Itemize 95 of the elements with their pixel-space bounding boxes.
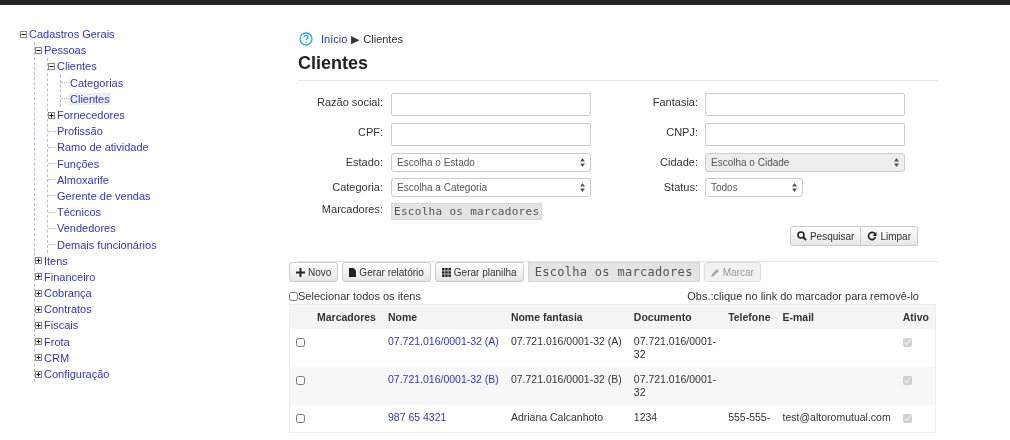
- row-checkbox[interactable]: [296, 376, 305, 385]
- tag-select-field[interactable]: Escolha os marcadores: [391, 203, 543, 220]
- tree-item[interactable]: Frota: [43, 335, 71, 348]
- tree-item[interactable]: Almoxarife: [56, 173, 110, 186]
- clear-button[interactable]: Limpar: [861, 226, 918, 246]
- column-header: Nome: [387, 311, 418, 323]
- note-text: Obs.:clique no link do marcador para removê-lo: [687, 290, 919, 302]
- table-cell: 07.721.016/0001-32: [633, 335, 717, 360]
- breadcrumb-link[interactable]: Início: [321, 33, 348, 45]
- table-cell: test@altoromutual.com: [782, 411, 891, 423]
- tree-item[interactable]: Vendedores: [56, 222, 117, 235]
- client-name-link[interactable]: 987 65 4321: [387, 411, 447, 423]
- select-all-checkbox[interactable]: [289, 291, 298, 301]
- field-label: Razão social:: [315, 95, 384, 108]
- toolbar-button[interactable]: Gerar planilha: [434, 262, 524, 282]
- tree-item[interactable]: Clientes: [69, 92, 111, 105]
- table-cell: 1234: [633, 411, 658, 423]
- field-label: Fantasia:: [651, 95, 699, 108]
- field-label: CPF:: [356, 125, 384, 138]
- tree-item[interactable]: Cadastros Gerais: [28, 28, 116, 41]
- select-field[interactable]: Escolha o Estado: [391, 153, 591, 172]
- tree-item[interactable]: Cobrança: [43, 287, 93, 300]
- plus-icon: [296, 267, 305, 277]
- expand-icon[interactable]: [35, 273, 42, 281]
- expand-icon[interactable]: [48, 111, 55, 119]
- table-cell: 07.721.016/0001-32 (B): [510, 373, 622, 385]
- select-arrows-icon: [580, 158, 585, 167]
- column-header: Marcadores: [317, 311, 376, 323]
- refresh-icon: [867, 231, 878, 241]
- select-arrows-icon: [894, 158, 899, 167]
- tree-item[interactable]: Gerente de vendas: [56, 189, 152, 202]
- expand-icon[interactable]: [35, 354, 42, 362]
- client-name-link[interactable]: 07.721.016/0001-32 (A): [387, 335, 499, 347]
- field-label: Categoria:: [331, 180, 384, 193]
- expand-icon[interactable]: [35, 338, 42, 346]
- field-label: Marcadores:: [320, 203, 384, 215]
- file-icon: [349, 267, 357, 277]
- field-label: Estado:: [344, 155, 384, 168]
- tree-item[interactable]: Pessoas: [43, 44, 88, 57]
- field-label: Cidade:: [659, 155, 699, 168]
- column-header: Documento: [633, 311, 692, 323]
- tree-item[interactable]: Financeiro: [43, 270, 97, 283]
- column-header: Ativo: [902, 311, 929, 323]
- tree-item[interactable]: Categorias: [69, 76, 125, 89]
- select-field[interactable]: Escolha a Categoria: [391, 178, 591, 197]
- tree-item[interactable]: Fornecedores: [56, 109, 126, 122]
- tree-item[interactable]: Itens: [43, 254, 69, 267]
- tag-select-field[interactable]: Escolha os marcadores: [527, 262, 700, 282]
- column-header: Telefone: [728, 311, 771, 323]
- table-cell: 555-555-: [728, 411, 771, 423]
- select-arrows-icon: [792, 183, 797, 192]
- grid-icon: [441, 267, 451, 277]
- expand-icon[interactable]: [35, 370, 42, 378]
- breadcrumb-current: Clientes: [363, 33, 404, 45]
- breadcrumb-separator: ▶: [351, 32, 360, 46]
- tree-item[interactable]: Configuração: [43, 368, 111, 381]
- expand-icon[interactable]: [35, 257, 42, 265]
- row-checkbox[interactable]: [296, 338, 305, 347]
- toolbar-button[interactable]: Gerar relatório: [342, 262, 431, 282]
- text-field[interactable]: [391, 93, 591, 116]
- text-field[interactable]: [705, 123, 905, 146]
- tree-item[interactable]: CRM: [43, 351, 71, 364]
- expand-icon[interactable]: [35, 321, 42, 329]
- select-all-label: Selecionar todos os itens: [298, 290, 421, 302]
- search-icon: [796, 231, 807, 241]
- column-header: E-mail: [782, 311, 815, 323]
- text-field[interactable]: [705, 93, 905, 116]
- collapse-icon[interactable]: [48, 62, 55, 70]
- tree-item[interactable]: Funções: [56, 157, 101, 170]
- tree-item[interactable]: Técnicos: [56, 206, 103, 219]
- field-label: Status:: [662, 180, 699, 193]
- table-cell: 07.721.016/0001-32 (A): [510, 335, 622, 347]
- collapse-icon[interactable]: [20, 30, 27, 38]
- expand-icon[interactable]: [35, 289, 42, 297]
- help-icon[interactable]: [299, 32, 313, 46]
- tree-item[interactable]: Ramo de atividade: [56, 141, 150, 154]
- tree-item[interactable]: Fiscais: [43, 319, 80, 332]
- select-field[interactable]: Todos: [705, 178, 803, 197]
- text-field[interactable]: [391, 123, 591, 146]
- table-cell: 07.721.016/0001-32: [633, 373, 717, 398]
- select-arrows-icon: [580, 183, 585, 192]
- tree-item[interactable]: Contratos: [43, 303, 93, 316]
- tree-item[interactable]: Demais funcionários: [56, 238, 158, 251]
- page-title: Clientes: [298, 53, 370, 75]
- column-header: Nome fantasia: [510, 311, 583, 323]
- collapse-icon[interactable]: [35, 46, 42, 54]
- search-button[interactable]: Pesquisar: [789, 226, 862, 246]
- tree-item[interactable]: Clientes: [56, 60, 98, 73]
- toolbar-button[interactable]: Novo: [289, 262, 339, 282]
- row-checkbox[interactable]: [296, 414, 305, 423]
- expand-icon[interactable]: [35, 305, 42, 313]
- table-cell: Adriana Calcanhoto: [510, 411, 604, 423]
- pencil-icon: [710, 267, 720, 277]
- tree-item[interactable]: Profissão: [56, 125, 104, 138]
- field-label: CNPJ:: [665, 125, 699, 138]
